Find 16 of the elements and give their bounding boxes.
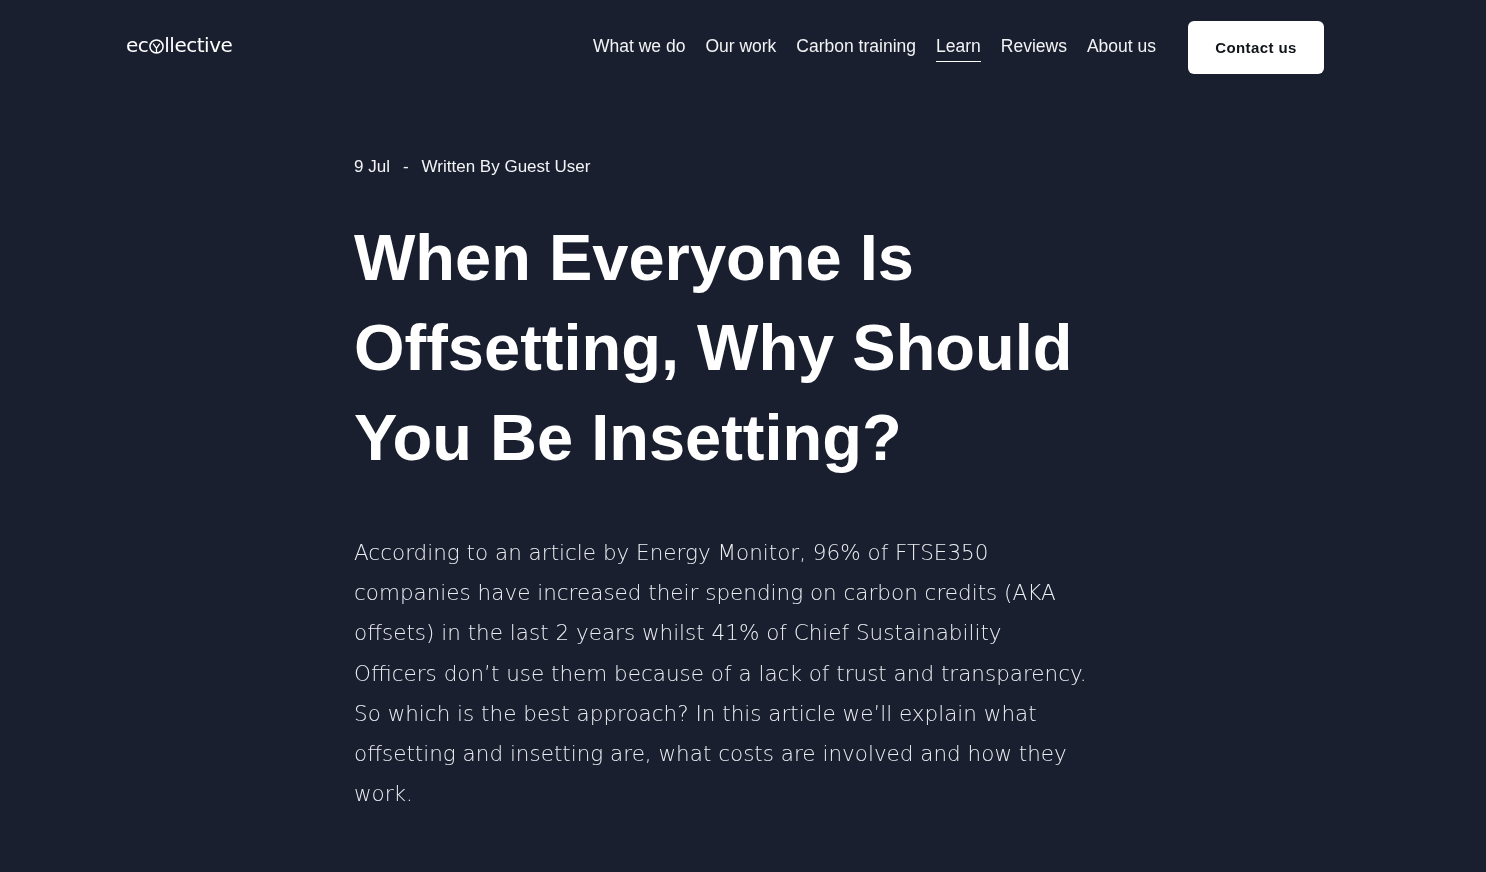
nav-link[interactable]: Our work	[705, 36, 777, 62]
nav-link[interactable]: Reviews	[1000, 36, 1067, 62]
meta-separator: -	[402, 157, 409, 177]
post-author: Written By Guest User	[421, 157, 591, 177]
nav-link[interactable]: What we do	[592, 36, 686, 62]
logo-text: ec	[126, 33, 149, 57]
article-title: When Everyone Is Offsetting, Why Should You Be Insetting?	[354, 220, 1074, 476]
post-date: 9 Jul	[354, 157, 390, 177]
nav-link[interactable]: About us	[1086, 36, 1156, 62]
contact-button[interactable]: Contact us	[1188, 20, 1324, 74]
nav-link[interactable]: Learn	[936, 36, 981, 62]
y-in-circle-icon	[149, 39, 165, 54]
nav-link[interactable]: Carbon training	[796, 36, 916, 62]
logo-text: llective	[164, 33, 233, 57]
logo-link[interactable]: ec llective	[126, 33, 233, 57]
article-intro: According to an article by Energy Monitor, 96% of FTSE350 companies have increased their spending on carbon credits (AKA offsets) in the last 2 years whilst 41% of Chief Sustainability Officers don’t use them because of a lack of trust and transparency. So which is the best approach? In this article we’ll explain what offsetting and insetting are, what costs are involved and how they work.	[354, 539, 1088, 809]
